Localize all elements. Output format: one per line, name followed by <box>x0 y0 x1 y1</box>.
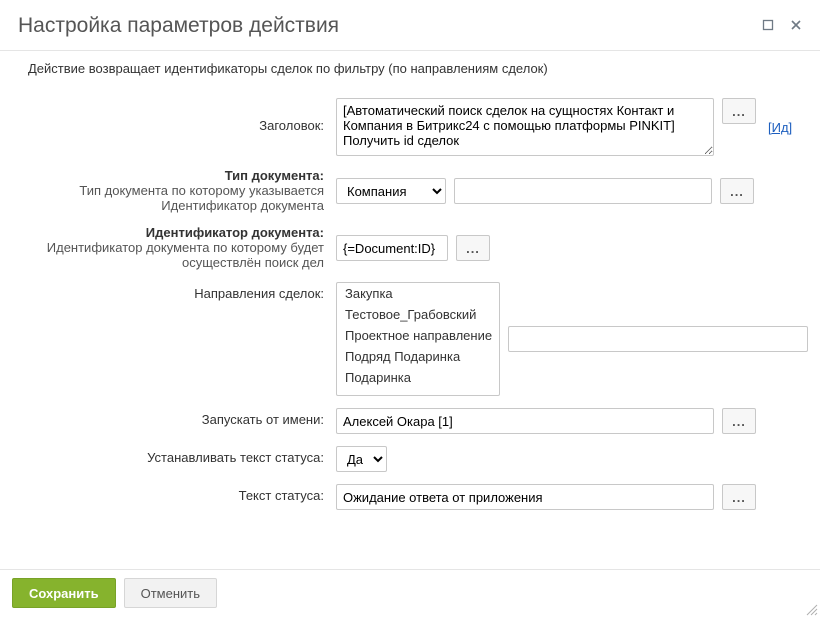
save-button[interactable]: Сохранить <box>12 578 116 608</box>
scroll-area[interactable]: Действие возвращает идентификаторы сдело… <box>0 51 816 569</box>
label-directions: Направления сделок: <box>14 282 336 301</box>
cancel-button[interactable]: Отменить <box>124 578 217 608</box>
label-doc-type: Тип документа: <box>14 168 324 183</box>
label-doc-id: Идентификатор документа: <box>14 225 324 240</box>
action-description: Действие возвращает идентификаторы сдело… <box>14 51 802 86</box>
titlebar: Настройка параметров действия <box>0 0 820 50</box>
list-item[interactable]: Тестовое_Грабовский <box>337 304 499 325</box>
dialog-settings: Настройка параметров действия Действие в… <box>0 0 820 618</box>
title-dots-button[interactable]: ... <box>722 98 756 124</box>
label-doc-id-sub: Идентификатор документа по которому буде… <box>14 240 324 270</box>
directions-extra-input[interactable] <box>508 326 808 352</box>
label-status-text: Текст статуса: <box>14 484 336 503</box>
body: Действие возвращает идентификаторы сдело… <box>0 51 820 569</box>
doc-type-extra-input[interactable] <box>454 178 712 204</box>
label-title: Заголовок: <box>14 98 336 133</box>
label-doc-type-sub: Тип документа по которому указывается Ид… <box>14 183 324 213</box>
set-status-select[interactable]: Да <box>336 446 387 472</box>
list-item[interactable]: Подаринка <box>337 367 499 388</box>
footer: Сохранить Отменить <box>0 569 820 618</box>
row-doc-type: Тип документа: Тип документа по которому… <box>14 168 802 213</box>
status-text-dots-button[interactable]: ... <box>722 484 756 510</box>
row-set-status: Устанавливать текст статуса: Да <box>14 446 802 472</box>
title-textarea[interactable]: [Автоматический поиск сделок на сущностя… <box>336 98 714 156</box>
directions-listbox[interactable]: ЗакупкаТестовое_ГрабовскийПроектное напр… <box>336 282 500 396</box>
row-status-text: Текст статуса: ... <box>14 484 802 510</box>
doc-type-select[interactable]: Компания <box>336 178 446 204</box>
close-icon[interactable] <box>790 19 802 33</box>
list-item[interactable]: Подряд Подаринка <box>337 346 499 367</box>
run-as-dots-button[interactable]: ... <box>722 408 756 434</box>
id-link[interactable]: [Ид] <box>768 120 792 135</box>
window-controls <box>762 19 802 33</box>
doc-type-dots-button[interactable]: ... <box>720 178 754 204</box>
list-item[interactable]: Закупка <box>337 283 499 304</box>
row-doc-id: Идентификатор документа: Идентификатор д… <box>14 225 802 270</box>
doc-id-input[interactable] <box>336 235 448 261</box>
label-set-status: Устанавливать текст статуса: <box>14 446 336 465</box>
list-item[interactable]: Проектное направление <box>337 325 499 346</box>
row-run-as: Запускать от имени: ... <box>14 408 802 434</box>
maximize-icon[interactable] <box>762 19 774 33</box>
label-run-as: Запускать от имени: <box>14 408 336 427</box>
row-directions: Направления сделок: ЗакупкаТестовое_Граб… <box>14 282 802 396</box>
status-text-input[interactable] <box>336 484 714 510</box>
doc-id-dots-button[interactable]: ... <box>456 235 490 261</box>
run-as-input[interactable] <box>336 408 714 434</box>
dialog-title: Настройка параметров действия <box>18 14 339 38</box>
row-title: Заголовок: [Автоматический поиск сделок … <box>14 98 802 156</box>
